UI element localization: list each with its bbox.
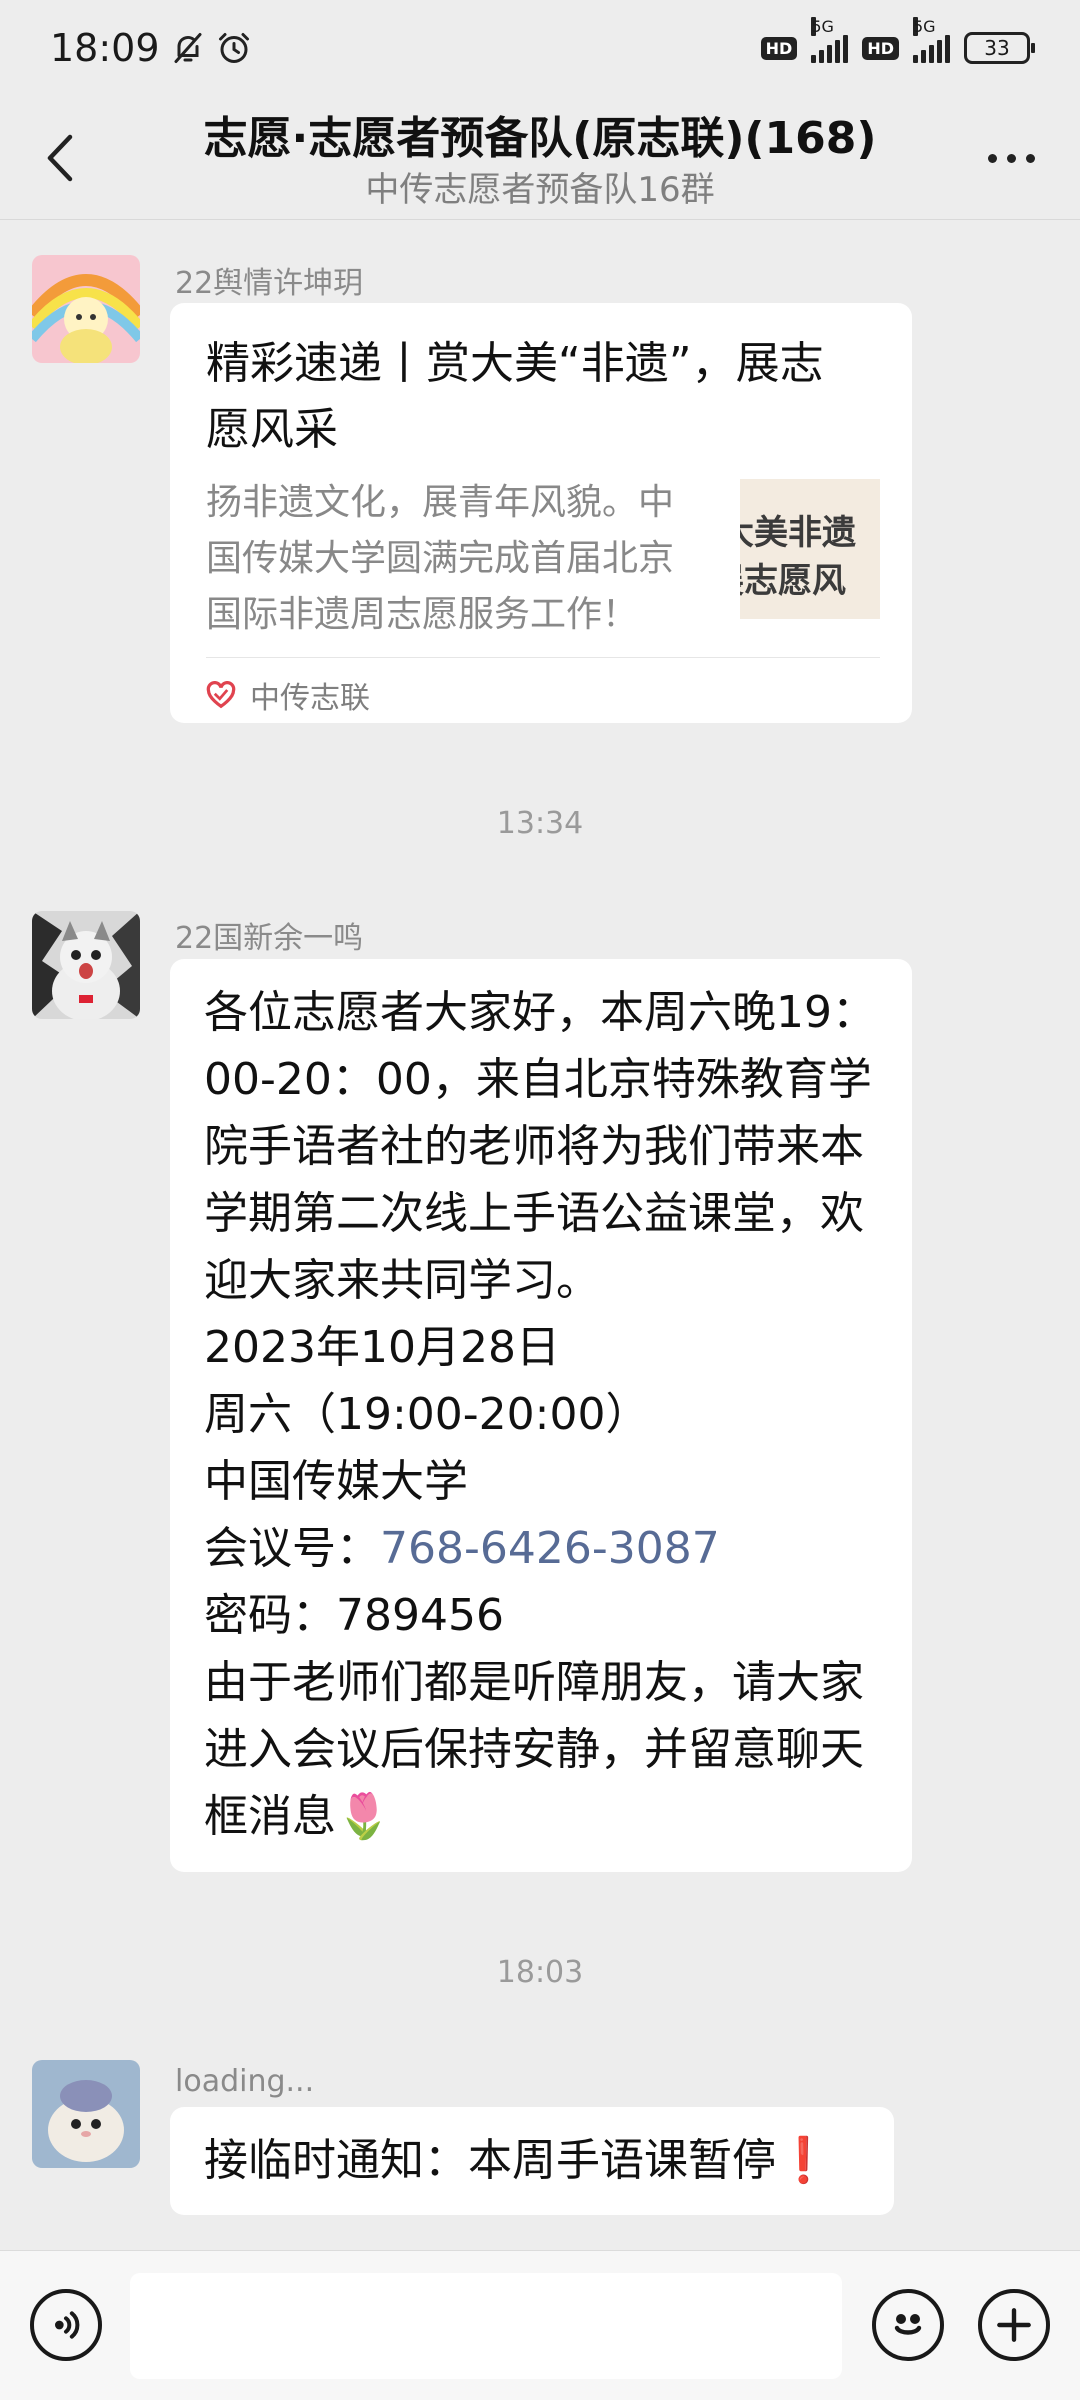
avatar[interactable] bbox=[32, 2060, 140, 2168]
card-thumbnail: 大美非遗 展志愿风 bbox=[740, 479, 880, 619]
battery-level: 33 bbox=[984, 36, 1010, 60]
meeting-number-link[interactable]: 768-6426-3087 bbox=[380, 1523, 720, 1574]
voice-button[interactable] bbox=[30, 2289, 102, 2361]
more-dots-icon bbox=[987, 153, 997, 163]
avatar[interactable] bbox=[32, 255, 140, 363]
hd-badge: HD bbox=[862, 36, 899, 60]
heart-icon bbox=[206, 681, 236, 709]
more-button[interactable] bbox=[976, 126, 1046, 190]
card-source[interactable]: 中传志联 bbox=[206, 667, 370, 723]
input-bar bbox=[0, 2250, 1080, 2400]
avatar[interactable] bbox=[32, 911, 140, 1019]
bell-off-icon bbox=[170, 30, 206, 66]
status-right: HD 5G HD 5G 33 bbox=[760, 17, 1035, 64]
signal-icon: 5G bbox=[811, 17, 849, 63]
status-left: 18:09 bbox=[50, 26, 252, 70]
sender-name: 22国新余一鸣 bbox=[175, 921, 364, 956]
article-card[interactable]: 精彩速递丨赏大美“非遗”，展志 愿风采 扬非遗文化，展青年风貌。中 国传媒大学圆… bbox=[170, 303, 912, 723]
signal-icon: 5G bbox=[913, 17, 950, 63]
card-description: 扬非遗文化，展青年风貌。中 国传媒大学圆满完成首届北京 国际非遗周志愿服务工作！ bbox=[206, 482, 675, 635]
plus-icon bbox=[997, 2308, 1031, 2342]
plus-button[interactable] bbox=[978, 2289, 1050, 2361]
timestamp: 18:03 bbox=[496, 1955, 584, 1990]
status-time: 18:09 bbox=[50, 26, 160, 70]
chat-title: 志愿·志愿者预备队(原志联)(168) bbox=[203, 113, 877, 164]
sender-name: loading... bbox=[175, 2064, 315, 2099]
card-title: 精彩速递丨赏大美“非遗”，展志 愿风采 bbox=[206, 338, 824, 455]
message-input[interactable] bbox=[130, 2273, 842, 2379]
sender-name: 22舆情许坤玥 bbox=[175, 266, 364, 301]
battery-icon: 33 bbox=[964, 32, 1035, 64]
meeting-label: 会议号： bbox=[204, 1523, 380, 1574]
emoji-button[interactable] bbox=[872, 2289, 944, 2361]
password-line: 密码：789456 bbox=[204, 1590, 504, 1641]
emoji-icon bbox=[894, 2313, 922, 2335]
chat-subtitle: 中传志愿者预备队16群 bbox=[365, 170, 715, 210]
alarm-icon bbox=[216, 30, 252, 66]
card-divider bbox=[206, 657, 880, 658]
timestamp: 13:34 bbox=[496, 806, 584, 841]
hd-badge: HD bbox=[760, 36, 798, 60]
message-text: 接临时通知：本周手语课暂停❗ bbox=[204, 2135, 831, 2186]
voice-icon bbox=[54, 2311, 80, 2339]
message-bubble[interactable]: 各位志愿者大家好，本周六晚19： 00-20：00，来自北京特殊教育学 院手语者… bbox=[170, 959, 912, 1872]
chat-header: 志愿·志愿者预备队(原志联)(168) 中传志愿者预备队16群 bbox=[0, 96, 1080, 220]
message-text: 各位志愿者大家好，本周六晚19： 00-20：00，来自北京特殊教育学 院手语者… bbox=[204, 979, 894, 1850]
status-bar: 18:09 HD 5G HD 5G 33 bbox=[0, 0, 1080, 96]
message-bubble[interactable]: 接临时通知：本周手语课暂停❗ bbox=[170, 2107, 894, 2215]
card-source-name: 中传志联 bbox=[250, 681, 370, 716]
